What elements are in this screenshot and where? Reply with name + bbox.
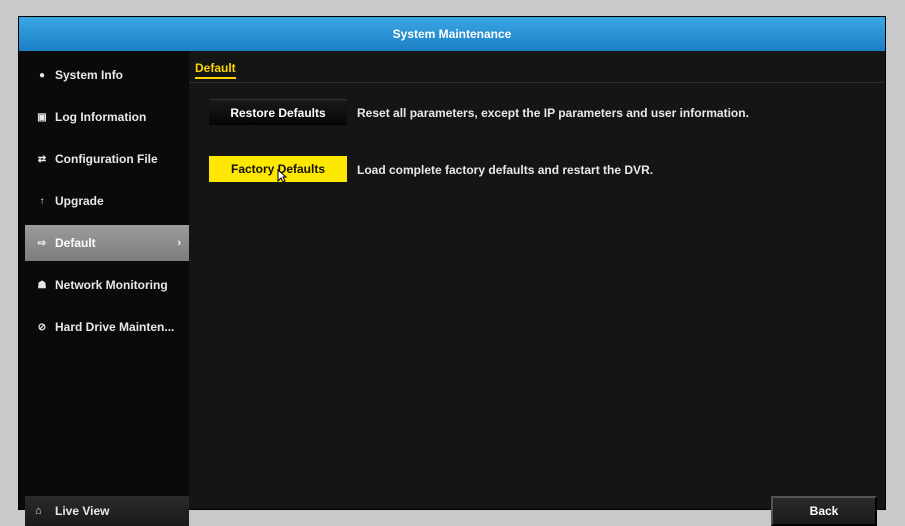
restore-defaults-description: Reset all parameters, except the IP para… — [357, 106, 749, 120]
sidebar-item-label: Configuration File — [55, 152, 158, 166]
tab-divider — [189, 82, 885, 83]
chevron-right-icon: › — [177, 237, 181, 249]
home-icon: ⌂ — [35, 505, 42, 517]
log-icon: ▣ — [37, 111, 47, 123]
upgrade-icon: ↑ — [39, 195, 45, 207]
mouse-cursor-icon — [277, 169, 287, 183]
restore-defaults-button[interactable]: Restore Defaults — [209, 99, 347, 125]
tab-default[interactable]: Default — [195, 61, 236, 79]
live-view-label: Live View — [55, 504, 110, 518]
sidebar-item-system-info[interactable]: ● System Info — [25, 57, 189, 93]
sidebar-item-label: Network Monitoring — [55, 278, 168, 292]
sidebar-item-label: System Info — [55, 68, 124, 82]
sidebar: ● System Info ▣ Log Information ⇄ Config… — [19, 51, 189, 526]
hdd-icon: ⊘ — [37, 321, 47, 333]
sidebar-item-label: Default — [55, 236, 96, 250]
config-file-icon: ⇄ — [37, 153, 47, 165]
live-view-button[interactable]: ⌂ Live View — [25, 496, 189, 526]
window-title: System Maintenance — [19, 17, 885, 51]
sidebar-item-network-monitoring[interactable]: ☗ Network Monitoring — [25, 267, 189, 303]
sidebar-item-label: Upgrade — [55, 194, 104, 208]
back-button[interactable]: Back — [771, 496, 877, 526]
network-icon: ☗ — [37, 279, 47, 291]
system-maintenance-window: System Maintenance ● System Info ▣ Log I… — [18, 16, 886, 526]
default-icon: ⇨ — [37, 237, 47, 249]
sidebar-item-log-information[interactable]: ▣ Log Information — [25, 99, 189, 135]
sidebar-item-upgrade[interactable]: ↑ Upgrade — [25, 183, 189, 219]
factory-defaults-description: Load complete factory defaults and resta… — [357, 163, 654, 177]
sidebar-item-label: Log Information — [55, 110, 147, 124]
main-panel: Default Restore Defaults Reset all param… — [189, 51, 885, 526]
sidebar-item-hard-drive-maintenance[interactable]: ⊘ Hard Drive Mainten... — [25, 309, 189, 345]
sidebar-item-default[interactable]: ⇨ Default › — [25, 225, 189, 261]
sidebar-item-configuration-file[interactable]: ⇄ Configuration File — [25, 141, 189, 177]
info-icon: ● — [38, 69, 46, 81]
sidebar-item-label: Hard Drive Mainten... — [55, 320, 175, 334]
